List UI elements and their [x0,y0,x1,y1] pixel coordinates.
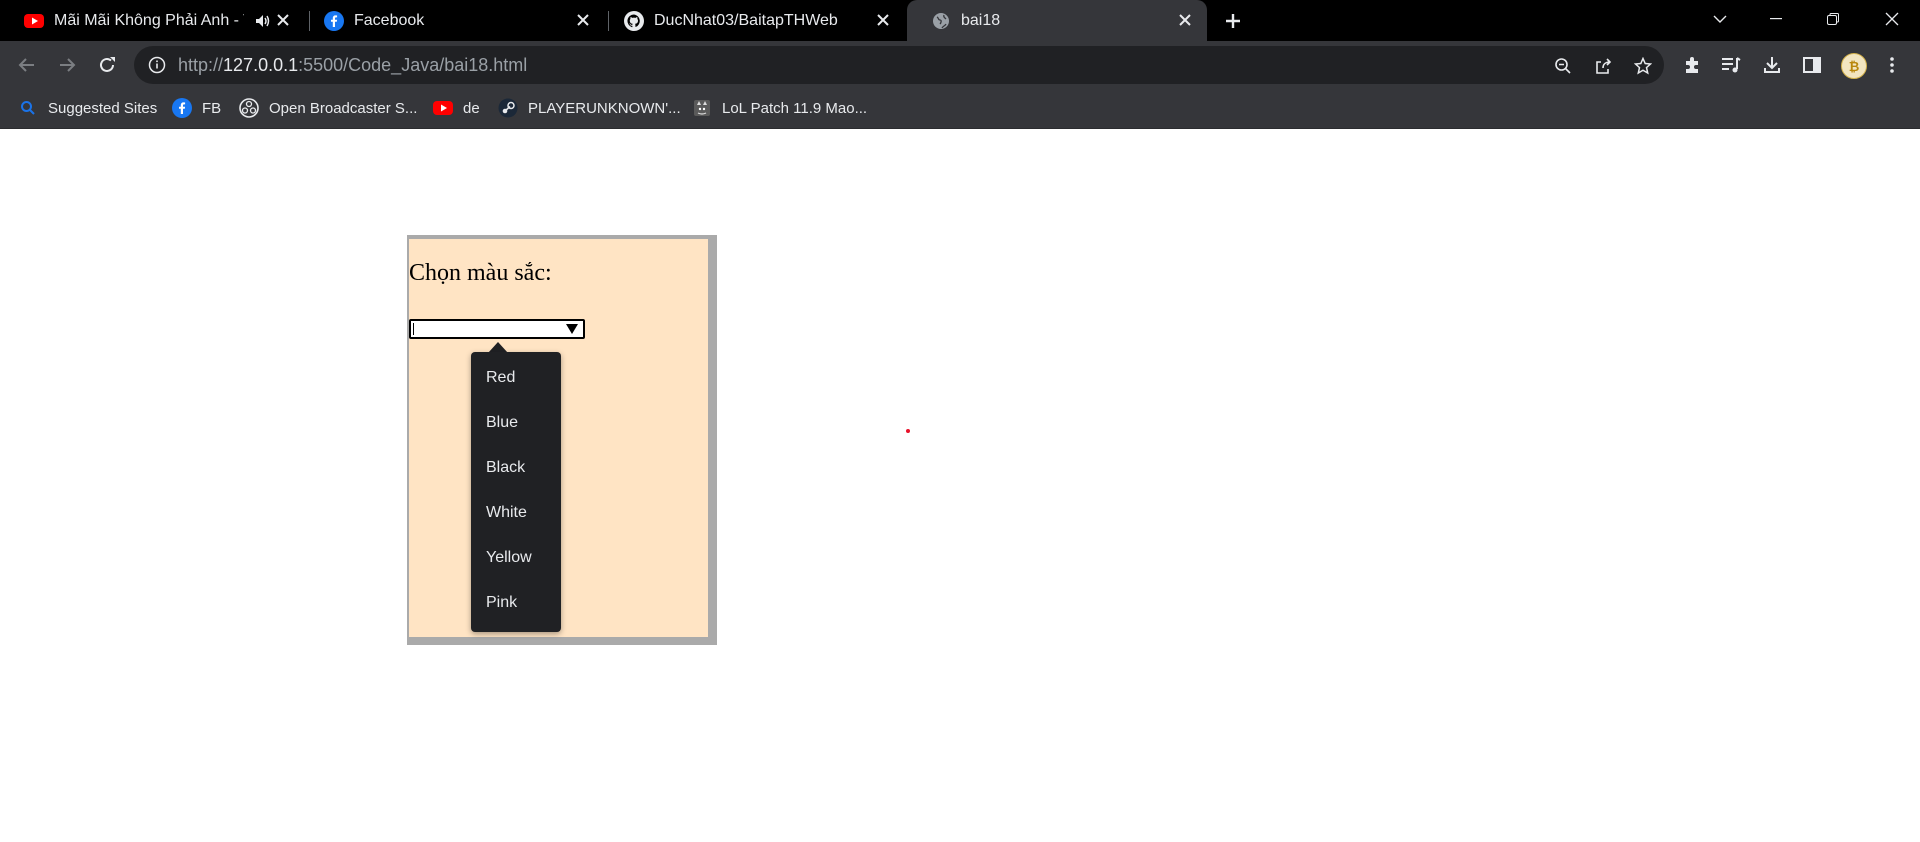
bookmark-obs[interactable]: Open Broadcaster S... [239,97,417,119]
profile-avatar[interactable]: ₿ [1841,53,1867,79]
color-options-dropdown: Red Blue Black White Yellow Pink [471,352,561,632]
tab-facebook[interactable]: Facebook [300,0,605,41]
youtube-icon [24,11,44,31]
back-icon[interactable] [12,50,42,80]
close-tab-icon[interactable] [873,10,893,30]
tab-github[interactable]: DucNhat03/BaitapTHWeb [600,0,905,41]
red-dot [906,429,910,433]
media-queue-icon[interactable] [1719,53,1743,77]
color-select[interactable] [409,319,585,339]
bookmark-label: FB [202,99,222,117]
youtube-icon [433,98,453,118]
option-pink[interactable]: Pink [486,591,517,615]
option-yellow[interactable]: Yellow [486,546,532,570]
bookmark-suggested-sites[interactable]: Suggested Sites [18,97,157,119]
globe-icon [931,11,951,31]
minimize-icon[interactable] [1748,0,1804,38]
bookmark-label: Suggested Sites [48,99,158,117]
color-picker-panel [407,235,717,645]
bookmark-label: de [463,99,480,117]
cat-icon [692,98,712,118]
page-viewport [0,129,1920,842]
browser-toolbar: http://127.0.0.1:5500/Code_Java/bai18.ht… [0,41,1920,88]
url-scheme: http:// [178,55,224,75]
tab-title: Facebook [354,11,425,29]
bookmark-label: PLAYERUNKNOWN'... [528,99,681,117]
speaker-icon[interactable] [254,12,272,30]
bookmark-pubg[interactable]: PLAYERUNKNOWN'... [498,97,681,119]
extensions-icon[interactable] [1680,53,1704,77]
dropdown-arrow-icon [566,324,578,334]
search-icon [18,98,38,118]
option-black[interactable]: Black [486,456,525,480]
side-panel-icon[interactable] [1800,53,1824,77]
tab-title: DucNhat03/BaitapTHWeb [654,11,838,29]
bookmark-label: Open Broadcaster S... [269,99,418,117]
tab-title: bai18 [961,11,1001,29]
facebook-icon [324,10,344,31]
steam-icon [498,98,518,118]
menu-kebab-icon[interactable] [1880,53,1904,77]
url-path: :5500/Code_Java/bai18.html [298,55,528,75]
url-host: 127.0.0.1 [223,55,299,75]
tab-search-chevron-icon[interactable] [1692,0,1748,38]
forward-icon[interactable] [52,50,82,80]
bookmark-label: LoL Patch 11.9 Mao... [722,99,868,117]
download-icon[interactable] [1760,53,1784,77]
close-tab-icon[interactable] [573,10,593,30]
bookmark-star-icon[interactable] [1632,55,1654,77]
tab-strip: Mãi Mãi Không Phải Anh - Th Facebook Duc… [0,0,1920,41]
bookmarks-bar: Suggested Sites FB Open Broadcaster S...… [0,88,1920,129]
address-bar[interactable]: http://127.0.0.1:5500/Code_Java/bai18.ht… [134,46,1664,84]
bookmark-fb[interactable]: FB [172,97,221,119]
bookmark-lol-patch[interactable]: LoL Patch 11.9 Mao... [692,97,867,119]
tab-youtube[interactable]: Mãi Mãi Không Phải Anh - Th [0,0,305,41]
reload-icon[interactable] [92,50,122,80]
option-white[interactable]: White [486,501,527,525]
info-icon[interactable] [148,56,166,74]
option-blue[interactable]: Blue [486,411,518,435]
close-tab-icon[interactable] [273,10,293,30]
close-window-icon[interactable] [1864,0,1920,38]
obs-icon [239,98,259,118]
color-label: Chọn màu sắc: [409,260,552,286]
text-caret [413,323,414,335]
zoom-out-icon[interactable] [1552,55,1574,77]
url-text[interactable]: http://127.0.0.1:5500/Code_Java/bai18.ht… [178,55,527,76]
facebook-icon [172,98,192,118]
restore-icon[interactable] [1805,0,1861,38]
tab-bai18[interactable]: bai18 [907,0,1207,41]
bookmark-de[interactable]: de [433,97,480,119]
option-red[interactable]: Red [486,366,515,390]
profile-coin-icon: ₿ [1848,58,1860,74]
share-icon[interactable] [1592,55,1614,77]
tab-title: Mãi Mãi Không Phải Anh - Th [54,11,244,29]
github-icon [624,10,644,31]
new-tab-button[interactable] [1221,9,1245,33]
close-tab-icon[interactable] [1175,10,1195,30]
